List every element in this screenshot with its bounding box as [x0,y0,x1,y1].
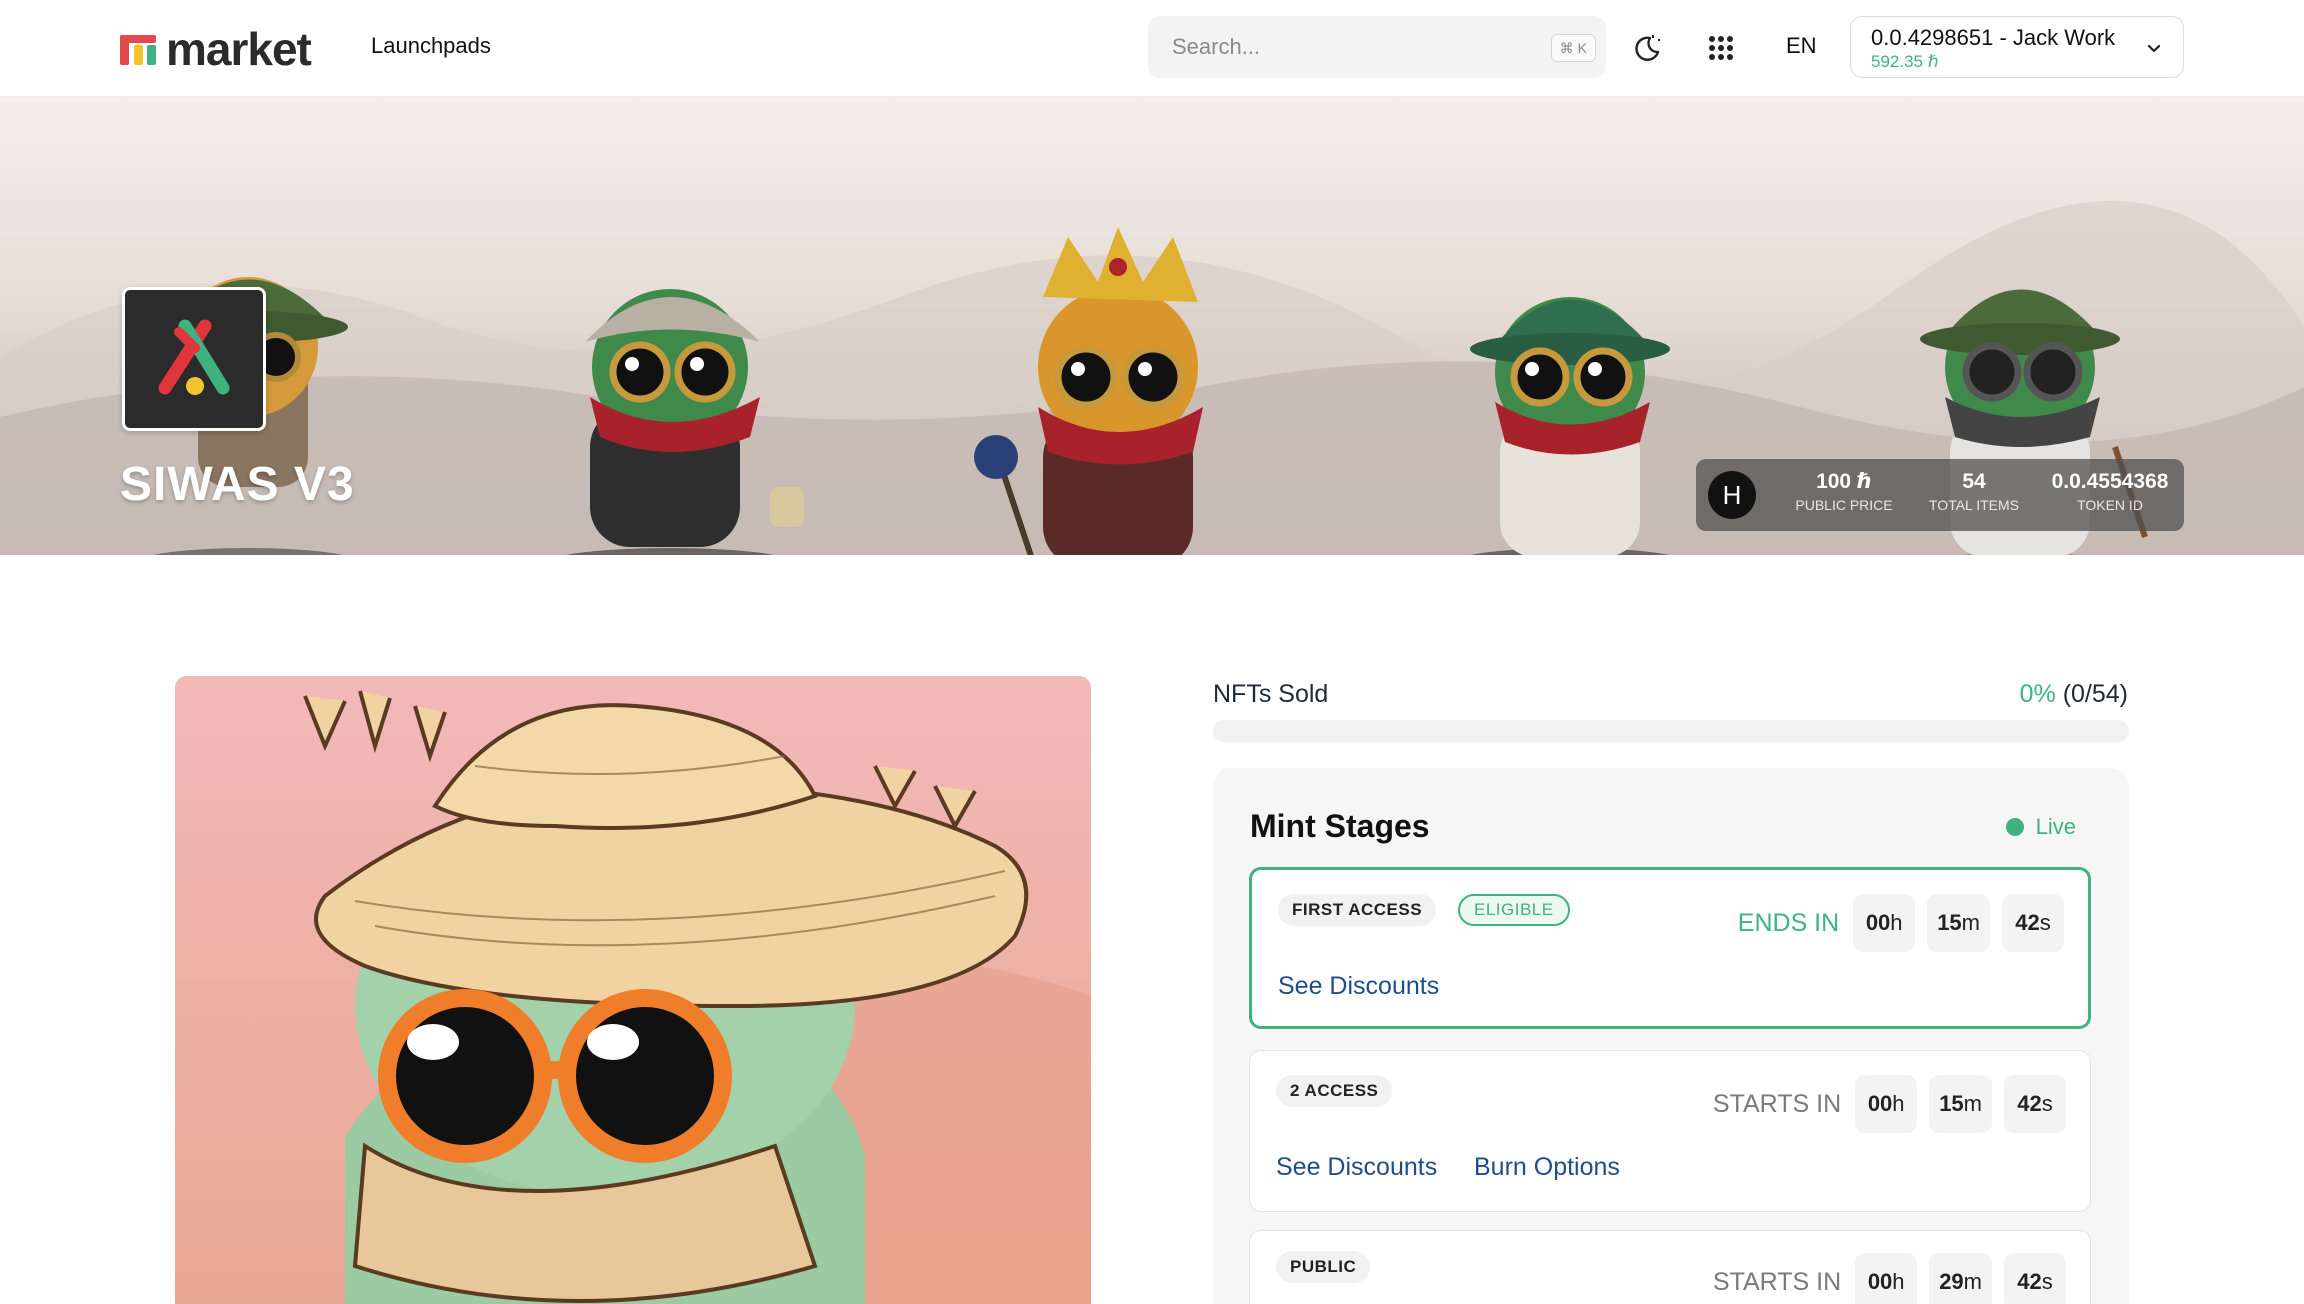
stat-label: TOKEN ID [2077,497,2143,513]
countdown-label: ENDS IN [1737,908,1840,937]
stage-name-badge: PUBLIC [1276,1251,1371,1283]
account-balance: 592.35 ℏ [1871,52,1939,71]
see-discounts-link[interactable]: See Discounts [1276,1153,1437,1182]
countdown-label: STARTS IN [1712,1089,1842,1118]
stat-value: 54 [1962,470,1986,493]
market-logo[interactable]: market [120,23,312,75]
stat-value: 100 ℏ [1816,470,1872,493]
countdown-seconds: 42 s [2004,1253,2066,1304]
countdown-minutes: 15 m [1927,894,1990,952]
mint-stage-public[interactable]: PUBLIC STARTS IN 00 h 29 m 42 s [1249,1230,2091,1304]
nfts-sold-progress-bar [1213,720,2129,742]
mint-stages-panel: Mint Stages Live FIRST ACCESS ELIGIBLE E… [1213,768,2129,1304]
countdown-seconds: 42 s [2004,1075,2066,1133]
nft-preview-image [175,676,1091,1304]
collection-title: SIWAS V3 [120,458,355,511]
chevron-down-icon [2145,39,2163,62]
nfts-sold-stats: 0% (0/54) [2020,680,2128,709]
live-status: Live [2005,814,2076,840]
search-box[interactable]: ⌘ K [1148,16,1606,78]
stat-label: PUBLIC PRICE [1795,497,1893,513]
countdown-minutes: 15 m [1929,1075,1992,1133]
nfts-sold-count: (0/54) [2062,680,2128,708]
countdown-hours: 00 h [1855,1253,1918,1304]
countdown-hours: 00 h [1853,894,1916,952]
burn-options-link[interactable]: Burn Options [1474,1153,1620,1182]
stat-value: 0.0.4554368 [2051,470,2169,493]
nav-link-launchpads[interactable]: Launchpads [371,33,491,59]
collection-avatar [122,287,266,431]
collection-banner: SIWAS V3 H 100 ℏ PUBLIC PRICE 54 TOTAL I… [0,97,2304,555]
search-input[interactable] [1172,16,1532,78]
stat-token-id: 0.0.4554368 TOKEN ID [2040,469,2180,515]
nfts-sold-percent: 0% [2019,680,2056,708]
live-status-label: Live [2035,814,2076,839]
account-name: 0.0.4298651 - Jack Work [1871,25,2116,50]
language-selector[interactable]: EN [1786,33,1817,59]
countdown-hours: 00 h [1855,1075,1918,1133]
nfts-sold-label: NFTs Sold [1213,680,1329,708]
live-dot-icon [2005,818,2024,836]
account-dropdown[interactable]: 0.0.4298651 - Jack Work 592.35 ℏ [1850,16,2184,78]
stage-name-badge: FIRST ACCESS [1278,894,1437,926]
countdown-seconds: 42 s [2002,894,2064,952]
mint-stage-2-access[interactable]: 2 ACCESS STARTS IN 00 h 15 m 42 s See Disco… [1249,1050,2091,1212]
logo-text: market [166,23,312,75]
countdown-minutes: 29 m [1929,1253,1992,1304]
hbar-currency-icon: H [1708,471,1756,519]
stage-name-badge: 2 ACCESS [1276,1075,1393,1107]
top-nav-bar: market Launchpads ⌘ K EN 0.0.4298651 - J… [0,0,2304,97]
eligible-badge: ELIGIBLE [1458,894,1570,926]
stat-public-price: 100 ℏ PUBLIC PRICE [1782,469,1906,515]
theme-toggle-moon-icon[interactable] [1626,27,1668,69]
search-shortcut-hint: ⌘ K [1550,34,1596,62]
mint-stages-title: Mint Stages [1250,808,1430,844]
mint-stage-first-access[interactable]: FIRST ACCESS ELIGIBLE ENDS IN 00 h 15 m 42… [1249,867,2091,1029]
see-discounts-link[interactable]: See Discounts [1278,972,1439,1001]
stage-countdown: STARTS IN 00 h 29 m 42 s [1713,1253,2066,1304]
stage-countdown: ENDS IN 00 h 15 m 42 s [1738,894,2064,952]
countdown-label: STARTS IN [1712,1267,1842,1296]
collection-logo-icon [158,319,230,395]
stat-label: TOTAL ITEMS [1929,497,2019,513]
stat-total-items: 54 TOTAL ITEMS [1910,469,2038,515]
collection-stats-panel: H 100 ℏ PUBLIC PRICE 54 TOTAL ITEMS 0.0.… [1696,459,2184,531]
market-logo-icon [120,31,156,67]
apps-grid-icon[interactable] [1700,27,1742,69]
stage-countdown: STARTS IN 00 h 15 m 42 s [1713,1075,2066,1133]
